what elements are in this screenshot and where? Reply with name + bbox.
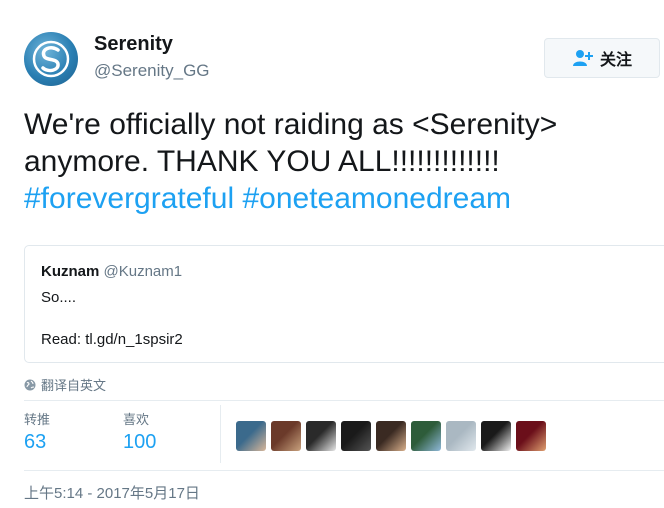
liker-avatar-3[interactable] <box>306 421 336 451</box>
author-name[interactable]: Serenity <box>94 33 173 56</box>
quoted-author-handle: @Kuznam1 <box>103 263 183 280</box>
liker-avatar-7[interactable] <box>446 421 476 451</box>
hashtag-forevergrateful[interactable]: #forevergrateful <box>24 182 234 215</box>
liker-avatar-6[interactable] <box>411 421 441 451</box>
follow-button[interactable]: 关注 <box>544 38 660 78</box>
translate-label: 翻译自英文 <box>41 378 107 393</box>
liker-avatar-5[interactable] <box>376 421 406 451</box>
liker-avatar-1[interactable] <box>236 421 266 451</box>
retweets-stat[interactable]: 转推 63 <box>24 412 50 454</box>
tweet-text-line2: anymore. THANK YOU ALL!!!!!!!!!!!!! <box>24 145 500 178</box>
likes-label: 喜欢 <box>123 412 150 427</box>
quoted-author-name: Kuznam <box>41 263 100 280</box>
globe-icon <box>24 379 36 390</box>
hashtag-oneteamonedream[interactable]: #oneteamonedream <box>242 182 511 215</box>
stats-separator <box>220 405 221 463</box>
liker-avatar-8[interactable] <box>481 421 511 451</box>
likes-stat[interactable]: 喜欢 100 <box>123 412 156 454</box>
likes-count: 100 <box>123 431 157 453</box>
quoted-text-line2: Read: tl.gd/n_1spsir2 <box>41 331 183 348</box>
liker-avatars <box>236 421 546 451</box>
tweet-text: We're officially not raiding as <Serenit… <box>24 106 654 217</box>
liker-avatar-2[interactable] <box>271 421 301 451</box>
retweets-label: 转推 <box>24 412 51 427</box>
tweet-text-line1: We're officially not raiding as <Serenit… <box>24 108 558 141</box>
divider-top <box>24 400 664 401</box>
add-user-icon <box>572 50 593 66</box>
divider-bottom <box>24 470 664 471</box>
liker-avatar-4[interactable] <box>341 421 371 451</box>
retweets-count: 63 <box>24 431 47 453</box>
quoted-text-line1: So.... <box>41 289 77 306</box>
quoted-tweet[interactable]: Kuznam @Kuznam1 So.... Read: tl.gd/n_1sp… <box>24 245 664 363</box>
serenity-logo-icon <box>32 40 70 78</box>
follow-button-label: 关注 <box>599 52 632 69</box>
liker-avatar-9[interactable] <box>516 421 546 451</box>
tweet-timestamp[interactable]: 上午5:14 - 2017年5月17日 <box>24 482 200 503</box>
translate-link[interactable]: 翻译自英文 <box>24 375 106 394</box>
author-handle[interactable]: @Serenity_GG <box>94 61 210 81</box>
author-avatar[interactable] <box>24 32 78 86</box>
